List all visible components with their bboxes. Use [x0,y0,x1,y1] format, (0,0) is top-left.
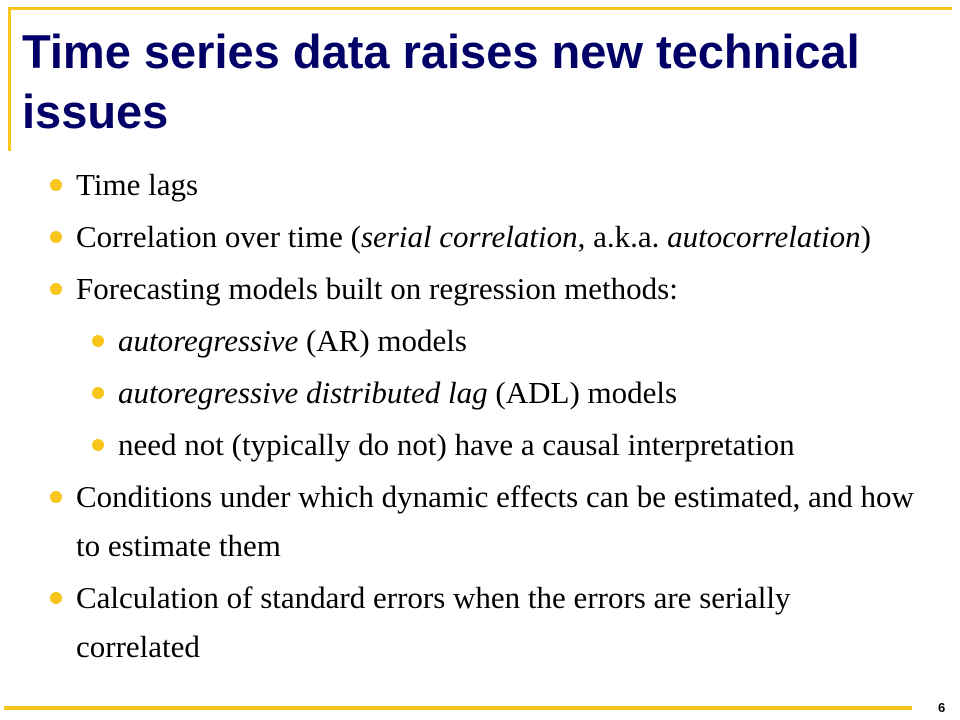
frame-bottom-rule [4,706,912,710]
slide-title: Time series data raises new technical is… [22,25,860,138]
bullet-text: , a.k.a. [577,219,668,254]
bullet-text: Conditions under which dynamic effects c… [76,479,914,563]
bullet-text-italic: autoregressive [118,323,299,358]
bullet-text-italic: autocorrelation [667,219,861,254]
bullet-text: (AR) models [298,323,467,358]
bullet-item: Calculation of standard errors when the … [0,573,960,671]
frame-left-rule [8,7,11,151]
bullet-item: Time lags [0,160,960,209]
bullet-text: Calculation of standard errors when the … [76,580,791,664]
bullet-text: Forecasting models built on regression m… [76,271,678,306]
bullet-dot-icon [50,592,62,604]
bullet-text-italic: autoregressive distributed lag [118,375,488,410]
sub-bullet-item: autoregressive distributed lag (ADL) mod… [0,368,960,417]
bullet-dot-icon [92,387,104,399]
bullet-item: Correlation over time (serial correlatio… [0,212,960,261]
bullet-text: Correlation over time ( [76,219,361,254]
bullet-dot-icon [50,491,62,503]
bullet-dot-icon [50,179,62,191]
sub-bullet-item: autoregressive (AR) models [0,316,960,365]
bullet-text: need not (typically do not) have a causa… [118,427,795,462]
bullet-text-italic: serial correlation [360,219,578,254]
bullet-text: ) [860,219,871,254]
bullet-text: Time lags [76,167,199,202]
bullet-dot-icon [92,335,104,347]
bullet-item: Conditions under which dynamic effects c… [0,472,960,570]
bullet-list: Time lags Correlation over time (serial … [0,160,960,671]
bullet-item: Forecasting models built on regression m… [0,264,960,313]
bullet-text: (ADL) models [487,375,678,410]
bullet-dot-icon [92,439,104,451]
bullet-dot-icon [50,283,62,295]
sub-bullet-item: need not (typically do not) have a causa… [0,420,960,469]
bullet-dot-icon [50,231,62,243]
page-number: 6 [938,700,946,715]
frame-top-rule [8,7,952,10]
